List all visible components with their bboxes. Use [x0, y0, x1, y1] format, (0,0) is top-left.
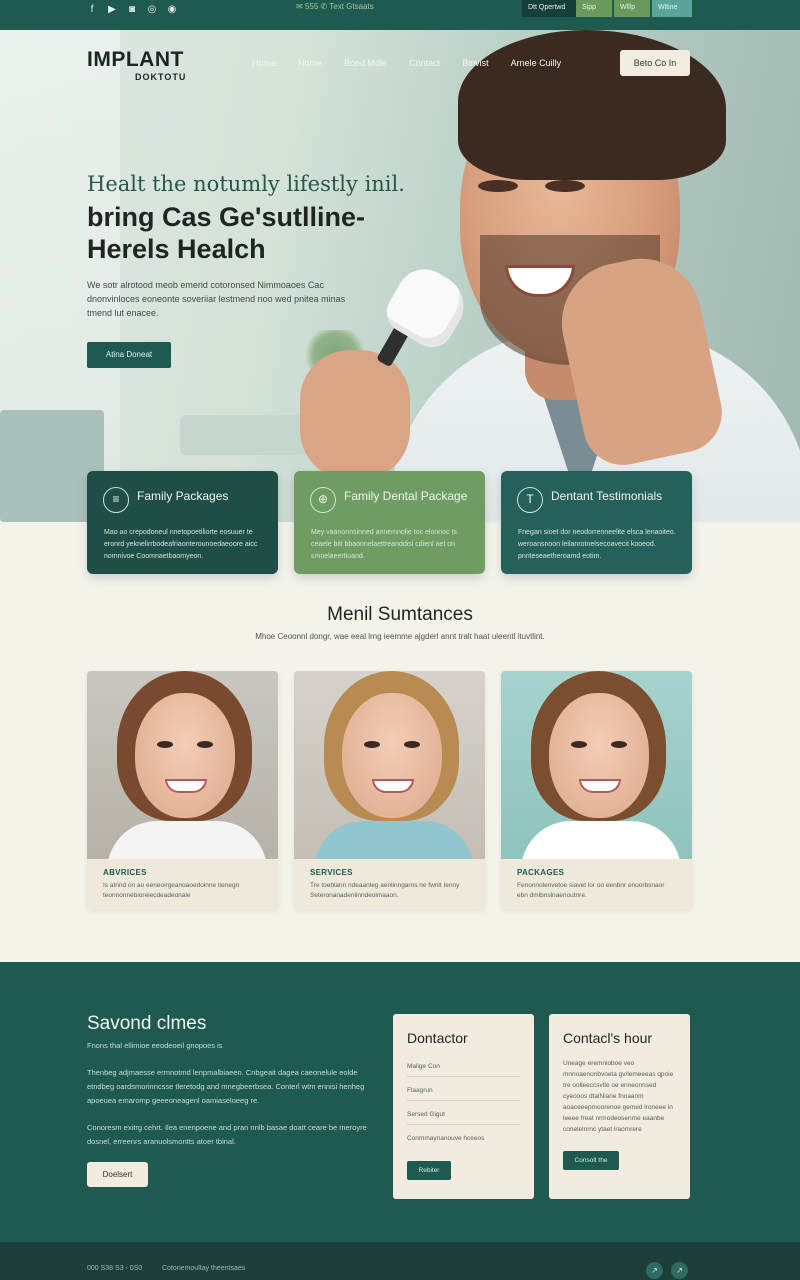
hero-dentist-photo: [300, 30, 800, 522]
people-card-packages[interactable]: PACKAGES Fenonnolenvetoe siavet lor oo e…: [501, 671, 692, 909]
eye-left: [157, 741, 173, 748]
box-text: Uneage eremnioboe veo mnnoaenonbvoeta gv…: [563, 1060, 674, 1133]
feature-title: Family Packages: [137, 489, 229, 503]
background-desk: [180, 415, 310, 455]
feature-text: Mao ao crepodoneul nnetopoetiliorte eosu…: [104, 529, 258, 560]
hero-heading-serif: Healt the notumly lifestly inil.: [87, 172, 405, 196]
whatsapp-icon[interactable]: ◉: [166, 4, 178, 15]
book-button[interactable]: Beto Co In: [620, 50, 690, 76]
nav-item-home[interactable]: Home: [252, 58, 276, 68]
top-tab-4[interactable]: Wltine: [652, 0, 692, 17]
box-row[interactable]: Flaagrun: [407, 1080, 520, 1101]
feature-card-family-dental[interactable]: ⊕ Family Dental Package Mey vaanonnsinne…: [294, 471, 485, 574]
contact-heading: Savond clmes: [87, 1013, 207, 1034]
shirt: [314, 821, 474, 859]
feature-card-family-packages[interactable]: ≡ Family Packages Mao ao crepodoneul nne…: [87, 471, 278, 574]
people-card-advices[interactable]: ABVRICES Is atnnd on ao eeneoirgeanoaoed…: [87, 671, 278, 909]
eye-left: [364, 741, 380, 748]
footer-social-icon[interactable]: ↗: [671, 1262, 688, 1279]
nav-item-6[interactable]: Arnele Cuilly: [511, 58, 562, 68]
top-tab-1[interactable]: Dtt Qpertwd: [522, 0, 576, 17]
feature-text: Fnegan sioet dor neodorrenneelite elsca …: [518, 529, 676, 560]
box-row[interactable]: Malige Con: [407, 1056, 520, 1077]
nav-item-2[interactable]: Nome: [298, 58, 322, 68]
social-links: f ▶ ◙ ◎ ◉: [86, 0, 178, 18]
contact-paragraph-1: Thenbeg adjmaesse ermnotmd lenpmalbiaeen…: [87, 1068, 365, 1105]
contact-paragraph-2: Conoresm exitrg cehrt. Ilea enenpoene an…: [87, 1123, 367, 1146]
face: [135, 693, 235, 818]
hero-paragraph: We sotr alrotood meob emerid cotoronsed …: [87, 280, 346, 318]
people-cards: ABVRICES Is atnnd on ao eeneoirgeanoaoed…: [87, 671, 692, 909]
card-caption: SERVICES Tre toeblann ndeaanleg aenlinng…: [294, 859, 485, 901]
doctor-box: Dontactor Malige Con Flaagrun Sersed Gig…: [393, 1014, 534, 1199]
footer-text: Cotonemoultay theentsaes: [162, 1265, 246, 1272]
contact-button[interactable]: Doelsert: [87, 1162, 148, 1187]
card-title: SERVICES: [310, 868, 353, 877]
top-bar: f ▶ ◙ ◎ ◉ ✉ 555 ✆ Text Gtsaats Dtt Qpert…: [0, 0, 800, 30]
hero-section: [0, 30, 800, 522]
feature-title: Family Dental Package: [344, 489, 468, 503]
feature-title: Dentant Testimonials: [551, 489, 663, 503]
top-tabs: Dtt Qpertwd Sipp Wlllp Wltine: [522, 0, 692, 17]
box-title: Dontactor: [407, 1030, 468, 1046]
girl-photo: [294, 671, 485, 859]
feature-text: Mey vaanonnsinned annemnolie toc elonnoc…: [311, 529, 457, 560]
nav-item-5[interactable]: Blnvist: [462, 58, 489, 68]
card-text: Tre toeblann ndeaanleg aenlinngarns ne f…: [310, 882, 460, 899]
hand-holding-tooth: [300, 350, 410, 480]
top-tab-2[interactable]: Sipp: [576, 0, 612, 17]
box-title: Contacl's hour: [563, 1030, 653, 1046]
section-subtitle: Mhoe Ceoonnl dongr, wae eeal lrng ieemme…: [255, 632, 545, 641]
box-row[interactable]: Conmmaynanouve hceeos: [407, 1128, 520, 1148]
card-caption: ABVRICES Is atnnd on ao eeneoirgeanoaoed…: [87, 859, 278, 901]
face: [342, 693, 442, 818]
menu-icon: ≡: [103, 487, 129, 513]
target-icon: ⊕: [310, 487, 336, 513]
shirt: [107, 821, 267, 859]
feature-card-testimonials[interactable]: T Dentant Testimonials Fnegan sioet dor …: [501, 471, 692, 574]
eye-right: [611, 741, 627, 748]
nav-item-3[interactable]: Boed Mdle: [344, 58, 387, 68]
child-photo: [501, 671, 692, 859]
people-card-services[interactable]: SERVICES Tre toeblann ndeaanleg aenlinng…: [294, 671, 485, 909]
site-logo[interactable]: IMPLANT DOKTOTU: [87, 48, 186, 82]
nav-item-contact[interactable]: Contact: [409, 58, 440, 68]
card-text: Fenonnolenvetoe siavet lor oo eenbnr eno…: [517, 882, 665, 899]
footer-phone: 000 S38 S3 - 0S0: [87, 1265, 143, 1272]
box-row[interactable]: Sersed Gigut: [407, 1104, 520, 1125]
top-tab-3[interactable]: Wlllp: [614, 0, 650, 17]
eye-right: [545, 180, 585, 192]
register-button[interactable]: Rebiter: [407, 1161, 451, 1180]
box-list: Malige Con Flaagrun Sersed Gigut Conmmay…: [407, 1056, 520, 1148]
card-title: PACKAGES: [517, 868, 565, 877]
contact-hours-box: Contacl's hour Uneage eremnioboe veo mnn…: [549, 1014, 690, 1199]
face: [549, 693, 649, 818]
instagram-icon[interactable]: ◙: [126, 4, 138, 15]
facebook-icon[interactable]: f: [86, 4, 98, 15]
eye-right: [197, 741, 213, 748]
youtube-icon[interactable]: ▶: [106, 4, 118, 15]
contact-strip: ✉ 555 ✆ Text Gtsaats: [296, 2, 374, 11]
eye-left: [478, 180, 518, 192]
eye-left: [571, 741, 587, 748]
main-nav: Home Nome Boed Mdle Contact Blnvist Arne…: [252, 58, 561, 68]
contact-subtitle: Fnons thal ellimioe eeodeoeil gnopoes is: [87, 1041, 223, 1050]
card-caption: PACKAGES Fenonnolenvetoe siavet lor oo e…: [501, 859, 692, 901]
footer-social-icon[interactable]: ↗: [646, 1262, 663, 1279]
shirt: [521, 821, 681, 859]
feature-cards: ≡ Family Packages Mao ao crepodoneul nne…: [87, 471, 692, 574]
tooth-icon: T: [517, 487, 543, 513]
logo-main: IMPLANT: [87, 48, 184, 71]
hero-heading-bold: bring Cas Ge'sutlline-Herels Healch: [87, 202, 365, 264]
card-text: Is atnnd on ao eeneoirgeanoaoedoinne tie…: [103, 882, 240, 899]
woman-photo: [87, 671, 278, 859]
pinterest-icon[interactable]: ◎: [146, 4, 158, 15]
hero-cta-button[interactable]: Atina Doneat: [87, 342, 171, 368]
consult-button[interactable]: Consolt the: [563, 1151, 619, 1170]
eye-right: [404, 741, 420, 748]
section-title: Menil Sumtances: [327, 604, 473, 625]
card-title: ABVRICES: [103, 868, 147, 877]
footer: 000 S38 S3 - 0S0 Cotonemoultay theentsae…: [0, 1242, 800, 1280]
logo-sub: DOKTOTU: [135, 72, 187, 82]
